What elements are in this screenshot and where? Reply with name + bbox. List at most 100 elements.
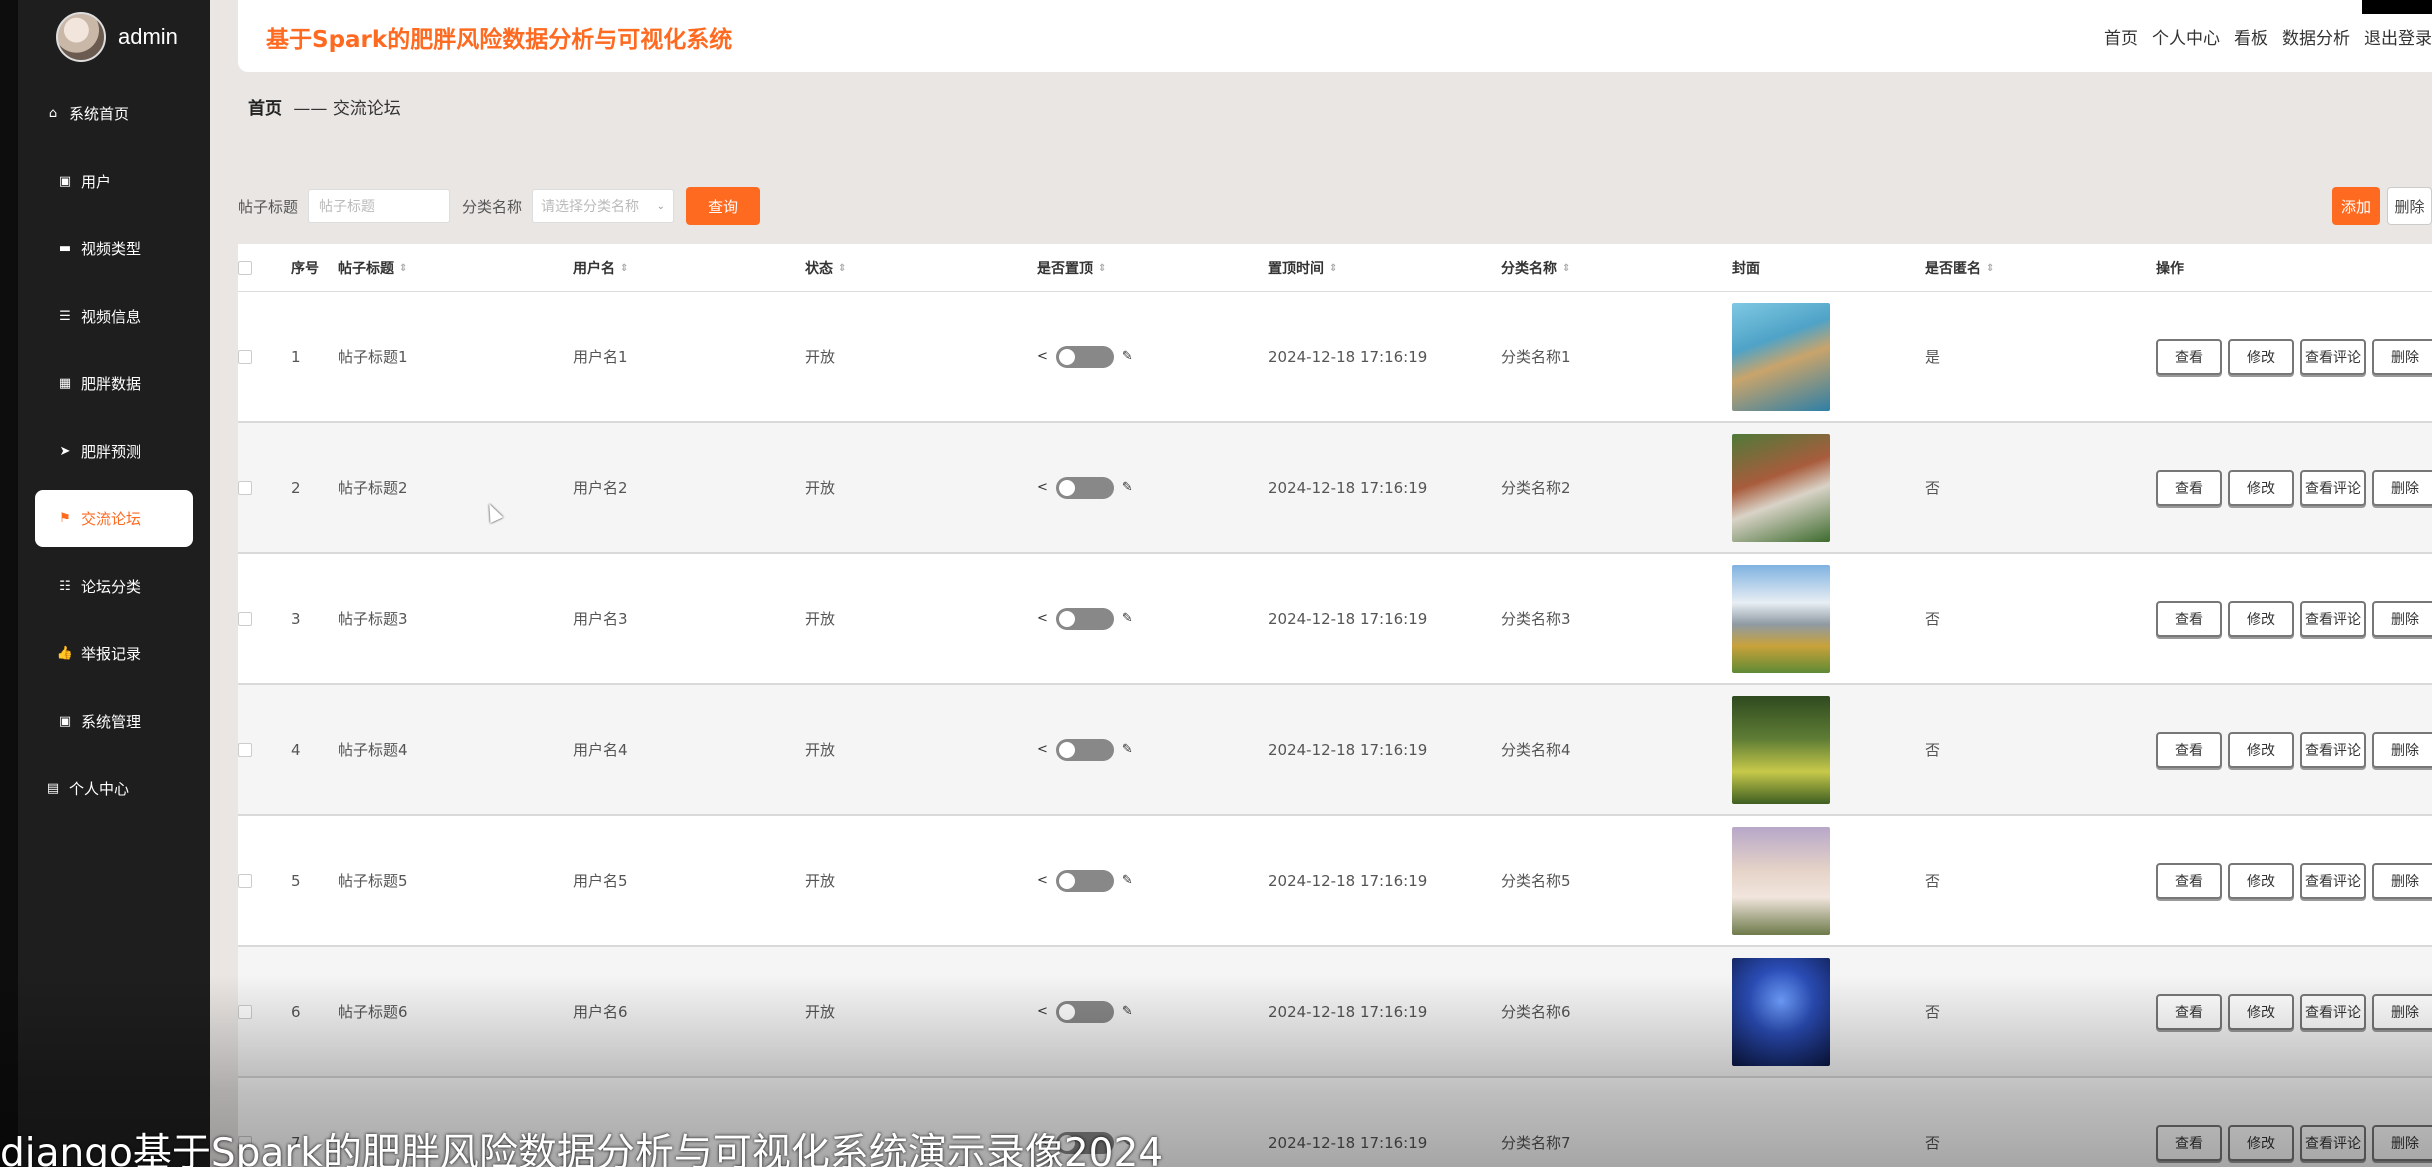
view-comments-button[interactable]: 查看评论 (2300, 993, 2366, 1030)
row-delete-button[interactable]: 删除 (2372, 731, 2432, 768)
row-checkbox[interactable] (238, 611, 252, 626)
cover-image[interactable] (1732, 433, 1830, 542)
cover-image[interactable] (1732, 957, 1830, 1066)
top-nav-logout[interactable]: 退出登录 (2364, 24, 2432, 49)
edit-button[interactable]: 修改 (2228, 993, 2294, 1030)
view-comments-button[interactable]: 查看评论 (2300, 1124, 2366, 1161)
edit-button[interactable]: 修改 (2228, 600, 2294, 637)
cell-cover (1732, 685, 1830, 814)
cell-status: 开放 (805, 479, 836, 497)
view-comments-button[interactable]: 查看评论 (2300, 600, 2366, 637)
sidebar-item-video-info[interactable]: ☰ 视频信息 (35, 288, 193, 345)
top-nav-dashboard[interactable]: 看板 (2234, 24, 2268, 49)
view-comments-button[interactable]: 查看评论 (2300, 469, 2366, 506)
cell-title: 帖子标题1 (338, 348, 408, 366)
user-profile[interactable]: admin (56, 12, 178, 62)
top-nav-home[interactable]: 首页 (2104, 24, 2138, 49)
table-row: 2 帖子标题2 用户名2 开放 < ✎ 2024-12-18 17:16:19 分类名称2 否 … (238, 423, 2432, 554)
sidebar-item-forum[interactable]: ⚑ 交流论坛 (35, 490, 193, 547)
flag-icon: ⚑ (59, 511, 71, 526)
sidebar-item-home[interactable]: ⌂ 系统首页 (35, 85, 193, 142)
col-header-pin-time[interactable]: 置顶时间 ⇕ (1268, 244, 1337, 292)
pin-toggle[interactable] (1055, 607, 1114, 630)
row-delete-button[interactable]: 删除 (2372, 338, 2432, 375)
add-button[interactable]: 添加 (2332, 187, 2380, 225)
delete-button[interactable]: 删除 (2387, 187, 2432, 225)
row-checkbox[interactable] (238, 480, 252, 495)
view-button[interactable]: 查看 (2156, 469, 2222, 506)
cell-title: 帖子标题3 (338, 610, 408, 628)
breadcrumb-separator: —— (293, 99, 328, 119)
row-delete-button[interactable]: 删除 (2372, 1124, 2432, 1161)
sidebar-item-video-types[interactable]: ▬ 视频类型 (35, 220, 193, 277)
col-header-status[interactable]: 状态 ⇕ (805, 244, 846, 292)
col-header-title[interactable]: 帖子标题 ⇕ (338, 244, 407, 292)
top-nav-analysis[interactable]: 数据分析 (2282, 24, 2350, 49)
cover-image[interactable] (1732, 302, 1830, 411)
view-button[interactable]: 查看 (2156, 600, 2222, 637)
top-nav-personal[interactable]: 个人中心 (2152, 24, 2220, 49)
sidebar-item-users[interactable]: ▣ 用户 (35, 153, 193, 210)
pin-toggle[interactable] (1055, 738, 1114, 761)
edit-button[interactable]: 修改 (2228, 1124, 2294, 1161)
row-delete-button[interactable]: 删除 (2372, 469, 2432, 506)
view-comments-button[interactable]: 查看评论 (2300, 338, 2366, 375)
row-delete-button[interactable]: 删除 (2372, 862, 2432, 899)
view-button[interactable]: 查看 (2156, 993, 2222, 1030)
sidebar-item-system[interactable]: ▣ 系统管理 (35, 693, 193, 750)
sidebar-item-obesity-predict[interactable]: ➤ 肥胖预测 (35, 423, 193, 480)
category-select[interactable]: 请选择分类名称 ⌄ (532, 189, 675, 223)
pin-toggle[interactable] (1055, 345, 1114, 368)
edit-icon: ✎ (1121, 1004, 1133, 1019)
view-button[interactable]: 查看 (2156, 1124, 2222, 1161)
cell-cover (1732, 947, 1830, 1076)
edit-icon: ✎ (1121, 742, 1133, 757)
query-button[interactable]: 查询 (686, 187, 761, 225)
cell-no: 3 (291, 609, 301, 628)
breadcrumb-home[interactable]: 首页 (248, 99, 282, 119)
row-delete-button[interactable]: 删除 (2372, 600, 2432, 637)
row-checkbox[interactable] (238, 1004, 252, 1019)
cover-image[interactable] (1732, 564, 1830, 673)
pin-toggle[interactable] (1055, 869, 1114, 892)
pin-toggle[interactable] (1055, 476, 1114, 499)
col-header-anonymous[interactable]: 是否匿名 ⇕ (1925, 244, 1994, 292)
pin-toggle-wrap: < ✎ (1037, 476, 1133, 499)
row-checkbox[interactable] (238, 349, 252, 364)
sidebar-item-personal[interactable]: ▤ 个人中心 (35, 760, 193, 817)
sort-icon: ⇕ (1329, 262, 1338, 274)
view-comments-button[interactable]: 查看评论 (2300, 731, 2366, 768)
view-button[interactable]: 查看 (2156, 862, 2222, 899)
edit-button[interactable]: 修改 (2228, 731, 2294, 768)
cover-image[interactable] (1732, 826, 1830, 935)
cell-actions: 查看 修改 查看评论 删除 (2156, 292, 2432, 421)
cell-no: 6 (291, 1002, 301, 1021)
edit-button[interactable]: 修改 (2228, 338, 2294, 375)
sidebar-item-obesity-data[interactable]: ▦ 肥胖数据 (35, 355, 193, 412)
cell-no: 2 (291, 478, 301, 497)
row-checkbox-cell (238, 423, 252, 552)
cell-anonymous: 否 (1925, 1134, 1941, 1152)
row-checkbox[interactable] (238, 742, 252, 757)
view-button[interactable]: 查看 (2156, 338, 2222, 375)
table-header: 序号 帖子标题 ⇕ 用户名 ⇕ 状态 ⇕ 是否置顶 ⇕ 置顶时间 ⇕ 分类名称 ⇕ 封面 是… (238, 244, 2432, 292)
col-header-user[interactable]: 用户名 ⇕ (573, 244, 628, 292)
edit-button[interactable]: 修改 (2228, 469, 2294, 506)
title-search-input[interactable]: 帖子标题 (308, 189, 451, 223)
select-all-checkbox[interactable] (238, 261, 252, 275)
cover-image[interactable] (1732, 695, 1830, 804)
sidebar-item-label: 肥胖数据 (81, 375, 142, 393)
row-checkbox[interactable] (238, 873, 252, 888)
col-header-pinned[interactable]: 是否置顶 ⇕ (1037, 244, 1106, 292)
view-button[interactable]: 查看 (2156, 731, 2222, 768)
pin-toggle[interactable] (1055, 1000, 1114, 1023)
edit-button[interactable]: 修改 (2228, 862, 2294, 899)
share-icon: < (1037, 742, 1048, 757)
row-delete-button[interactable]: 删除 (2372, 993, 2432, 1030)
col-header-category[interactable]: 分类名称 ⇕ (1501, 244, 1570, 292)
view-comments-button[interactable]: 查看评论 (2300, 862, 2366, 899)
cell-cover (1732, 554, 1830, 683)
sidebar-item-reports[interactable]: 👍 举报记录 (35, 625, 193, 682)
sidebar-item-forum-category[interactable]: ☷ 论坛分类 (35, 558, 193, 615)
cell-pin-time: 2024-12-18 17:16:19 (1268, 1133, 1428, 1152)
